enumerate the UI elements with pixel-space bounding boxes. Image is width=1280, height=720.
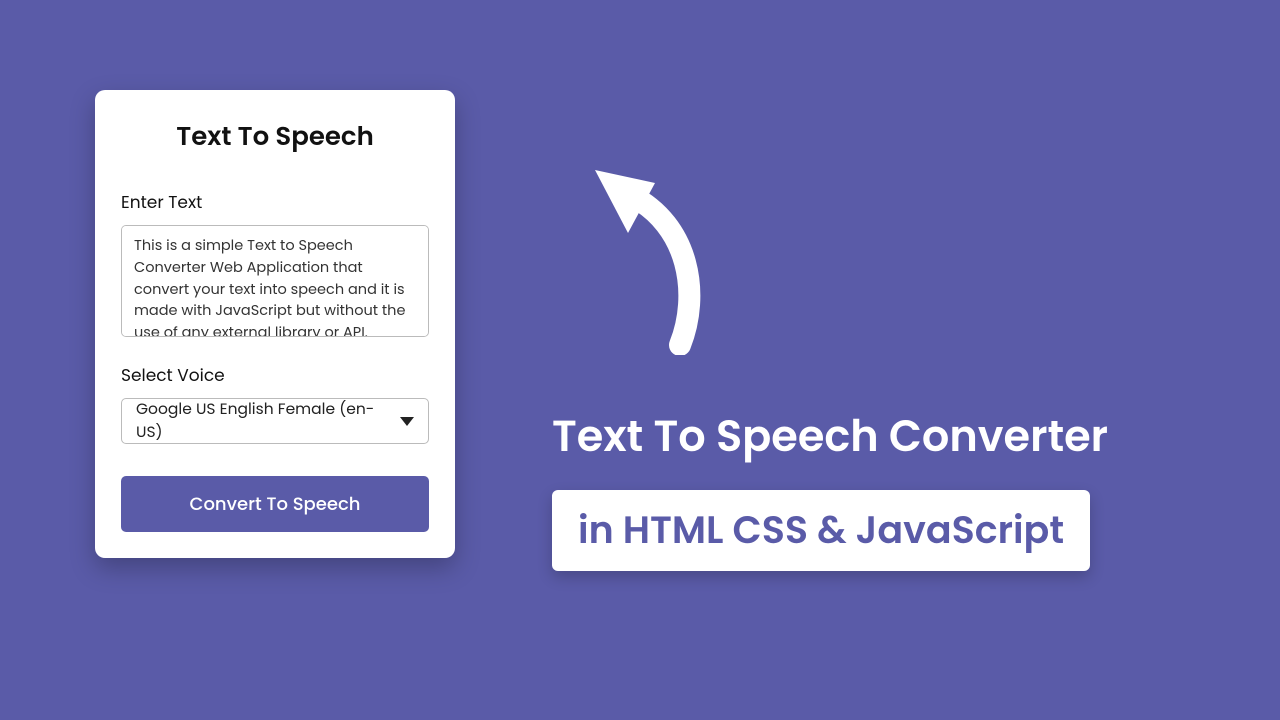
card-title: Text To Speech [121, 118, 429, 157]
chevron-down-icon [400, 417, 414, 426]
enter-text-label: Enter Text [121, 189, 429, 215]
promo-area: Text To Speech Converter in HTML CSS & J… [552, 412, 1222, 571]
curved-arrow-icon [560, 145, 730, 362]
promo-badge: in HTML CSS & JavaScript [552, 490, 1090, 571]
promo-headline: Text To Speech Converter [552, 412, 1222, 464]
voice-select-value: Google US English Female (en-US) [136, 398, 400, 444]
select-voice-label: Select Voice [121, 362, 429, 388]
voice-section: Select Voice Google US English Female (e… [121, 362, 429, 444]
tts-card: Text To Speech Enter Text Select Voice G… [95, 90, 455, 558]
text-input[interactable] [121, 225, 429, 337]
voice-select[interactable]: Google US English Female (en-US) [121, 398, 429, 444]
convert-button[interactable]: Convert To Speech [121, 476, 429, 532]
